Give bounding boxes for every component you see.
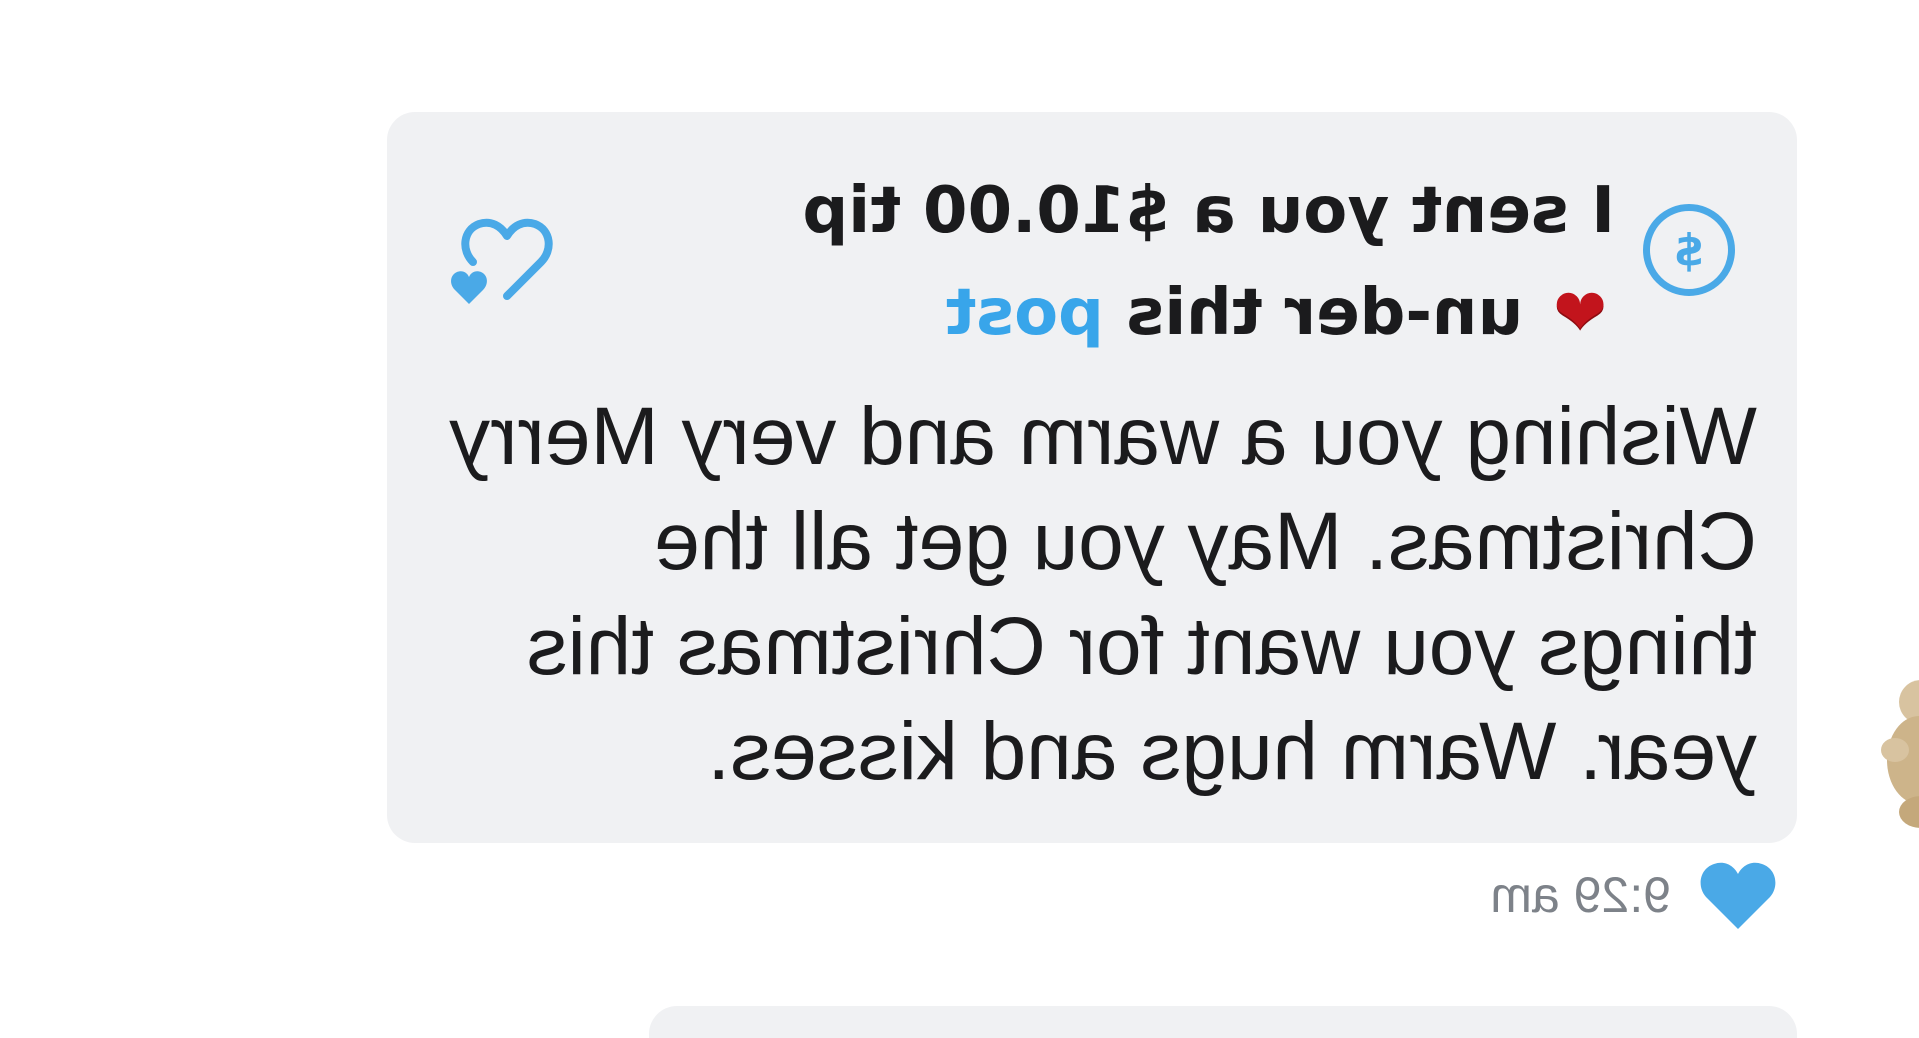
tip-notice-text-continued: un-der this: [1126, 276, 1524, 350]
message-meta: 9:29 am: [1490, 850, 1797, 940]
message-bubble[interactable]: $ I sent you a $10.00 tip ❤ un-der this …: [387, 112, 1797, 843]
red-heart-emoji-icon: ❤: [1553, 276, 1607, 350]
message-body: Wishing you a warm and very Merry Christ…: [449, 391, 1757, 797]
chat-view: $ I sent you a $10.00 tip ❤ un-der this …: [0, 0, 1919, 1038]
message-timestamp: 9:29 am: [1490, 867, 1671, 923]
heart-outline-icon[interactable]: [445, 210, 555, 310]
post-link[interactable]: post: [945, 276, 1103, 350]
sticker-bear-icon: [1881, 680, 1919, 828]
dollar-glyph: $: [1673, 224, 1705, 276]
tip-notice-text: I sent you a $10.00 tip: [802, 174, 1615, 248]
mirrored-chat-layer: $ I sent you a $10.00 tip ❤ un-der this …: [0, 0, 1919, 1038]
heart-filled-icon[interactable]: [1699, 859, 1777, 931]
dollar-circle-icon: $: [1643, 204, 1735, 296]
next-message-bubble[interactable]: [649, 1006, 1797, 1038]
tip-notice: I sent you a $10.00 tip ❤ un-der this po…: [715, 160, 1615, 364]
